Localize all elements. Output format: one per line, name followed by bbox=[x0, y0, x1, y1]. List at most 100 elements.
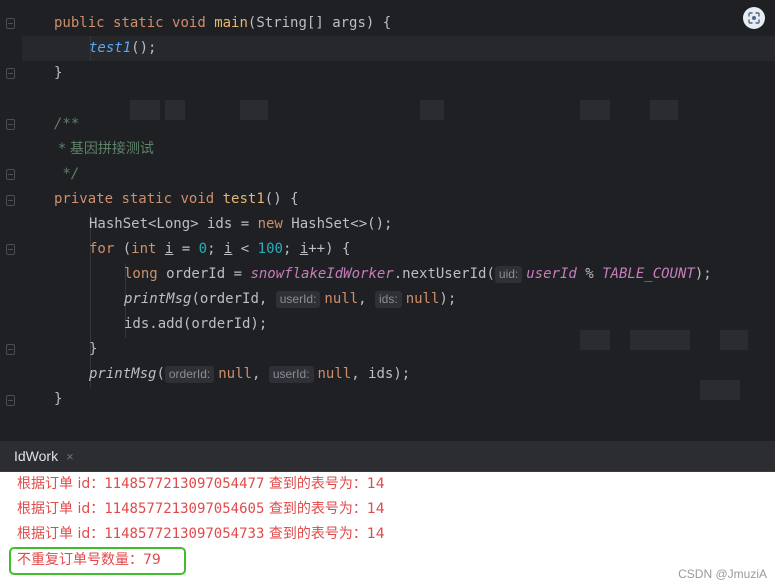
run-tab-bar: IdWork × bbox=[0, 441, 775, 472]
keyword: void bbox=[180, 191, 215, 207]
code-text: ); bbox=[439, 291, 457, 307]
fold-marker-icon[interactable] bbox=[6, 344, 15, 355]
code-text: } bbox=[89, 341, 98, 357]
output-suffix: 查到的表号为：14 bbox=[264, 476, 385, 492]
google-lens-icon[interactable] bbox=[743, 7, 765, 29]
code-text: ( bbox=[114, 241, 132, 257]
code-text: ( bbox=[156, 366, 165, 382]
code-line-for-loop[interactable]: for (int i = 0; i < 100; i++) { bbox=[89, 237, 350, 262]
method-name: test1 bbox=[222, 191, 265, 207]
method-call: test1 bbox=[89, 40, 132, 56]
code-text: ); bbox=[694, 266, 712, 282]
method-call: printMsg bbox=[124, 291, 192, 307]
code-text: = bbox=[173, 241, 199, 257]
fold-marker-icon[interactable] bbox=[6, 119, 15, 130]
run-output-panel[interactable]: IdWork × 根据订单 id：1148577213097054477 查到的… bbox=[0, 441, 775, 587]
order-id-value: 1148577213097054733 bbox=[104, 526, 265, 542]
comment-text: /** bbox=[54, 116, 80, 132]
console-summary-line: 不重复订单号数量：79 bbox=[17, 549, 161, 571]
background-shape bbox=[580, 330, 610, 350]
summary-text: 不重复订单号数量：79 bbox=[17, 552, 161, 568]
number-literal: 0 bbox=[198, 241, 208, 257]
code-editor[interactable]: public static void main(String[] args) {… bbox=[0, 0, 775, 441]
code-line-close-for[interactable]: } bbox=[89, 337, 97, 362]
tab-idwork[interactable]: IdWork × bbox=[0, 441, 74, 471]
method-call: printMsg bbox=[89, 366, 157, 382]
code-line-javadoc-open[interactable]: /** bbox=[54, 112, 79, 137]
params-text: (String[] args) { bbox=[247, 15, 392, 31]
code-text: ++) { bbox=[308, 241, 351, 257]
watermark-text: CSDN @JmuziA bbox=[678, 567, 767, 581]
order-id-value: 1148577213097054605 bbox=[104, 501, 265, 517]
background-shape bbox=[630, 330, 690, 350]
loop-variable: i bbox=[299, 241, 309, 257]
method-name: main bbox=[214, 15, 248, 31]
code-line-hashset[interactable]: HashSet<Long> ids = new HashSet<>(); bbox=[89, 212, 392, 237]
fold-marker-icon[interactable] bbox=[6, 395, 15, 406]
console-output-line: 根据订单 id：1148577213097054477 查到的表号为：14 bbox=[17, 473, 385, 495]
params-text: () { bbox=[264, 191, 299, 207]
code-text: } bbox=[54, 391, 63, 407]
keyword: null bbox=[317, 366, 352, 382]
parameter-hint: userId: bbox=[275, 291, 321, 308]
code-text: } bbox=[54, 65, 63, 81]
console-output-line: 根据订单 id：1148577213097054733 查到的表号为：14 bbox=[17, 523, 385, 545]
parameter-hint: uid: bbox=[494, 266, 523, 283]
code-line-javadoc-close[interactable]: */ bbox=[54, 162, 79, 187]
keyword: private bbox=[54, 191, 114, 207]
keyword: int bbox=[131, 241, 157, 257]
code-text: ; bbox=[282, 241, 300, 257]
comment-text: */ bbox=[54, 166, 80, 182]
constant-reference: TABLE_COUNT bbox=[602, 266, 695, 282]
code-text: , ids); bbox=[351, 366, 411, 382]
fold-marker-icon[interactable] bbox=[6, 195, 15, 206]
parameter-hint: orderId: bbox=[164, 366, 215, 383]
keyword: long bbox=[124, 266, 158, 282]
console-output-line: 根据订单 id：1148577213097054605 查到的表号为：14 bbox=[17, 498, 385, 520]
output-prefix: 根据订单 id： bbox=[17, 501, 105, 517]
code-text: % bbox=[576, 266, 603, 282]
code-text: , bbox=[358, 291, 375, 307]
code-line-printmsg-1[interactable]: printMsg(orderId, userId: null, ids: null)… bbox=[124, 287, 456, 312]
code-line-long-orderid[interactable]: long orderId = snowflakeIdWorker.nextUse… bbox=[124, 262, 712, 287]
output-suffix: 查到的表号为：14 bbox=[264, 501, 385, 517]
keyword: static bbox=[113, 15, 164, 31]
background-shape bbox=[720, 330, 748, 350]
code-line-test1-signature[interactable]: private static void test1() { bbox=[54, 187, 299, 212]
keyword: null bbox=[218, 366, 252, 382]
output-prefix: 根据订单 id： bbox=[17, 526, 105, 542]
code-text: orderId = bbox=[157, 266, 251, 282]
fold-marker-icon[interactable] bbox=[6, 18, 15, 29]
keyword: null bbox=[324, 291, 359, 307]
number-literal: 100 bbox=[257, 241, 283, 257]
keyword: void bbox=[172, 15, 206, 31]
fold-marker-icon[interactable] bbox=[6, 68, 15, 79]
code-text: (); bbox=[131, 40, 157, 56]
tab-label: IdWork bbox=[14, 448, 59, 464]
field-reference: snowflakeIdWorker bbox=[250, 266, 394, 282]
background-shape bbox=[580, 100, 610, 120]
code-line-ids-add[interactable]: ids.add(orderId); bbox=[124, 312, 267, 337]
output-suffix: 查到的表号为：14 bbox=[264, 526, 385, 542]
code-line-printmsg-2[interactable]: printMsg(orderId: null, userId: null, ids)… bbox=[89, 362, 410, 387]
code-line-main-signature[interactable]: public static void main(String[] args) { bbox=[54, 11, 391, 36]
fold-marker-icon[interactable] bbox=[6, 244, 15, 255]
keyword: public bbox=[54, 15, 105, 31]
code-text: HashSet<>(); bbox=[282, 216, 393, 232]
code-text: (orderId, bbox=[191, 291, 276, 307]
comment-text: * 基因拼接测试 bbox=[54, 141, 154, 157]
keyword: new bbox=[257, 216, 283, 232]
code-line-close-method[interactable]: } bbox=[54, 387, 62, 412]
parameter-hint: ids: bbox=[375, 291, 402, 308]
code-line-call-test1[interactable]: test1(); bbox=[89, 36, 156, 61]
code-text: < bbox=[232, 241, 258, 257]
code-text: ids.add(orderId); bbox=[124, 316, 268, 332]
code-text: , bbox=[251, 366, 269, 382]
background-shape bbox=[650, 100, 678, 120]
fold-marker-icon[interactable] bbox=[6, 169, 15, 180]
background-shape bbox=[130, 100, 160, 120]
code-line-close-brace[interactable]: } bbox=[54, 61, 62, 86]
field-reference: userId bbox=[526, 266, 577, 282]
code-line-javadoc-text[interactable]: * 基因拼接测试 bbox=[54, 137, 154, 162]
close-icon[interactable]: × bbox=[66, 449, 74, 464]
